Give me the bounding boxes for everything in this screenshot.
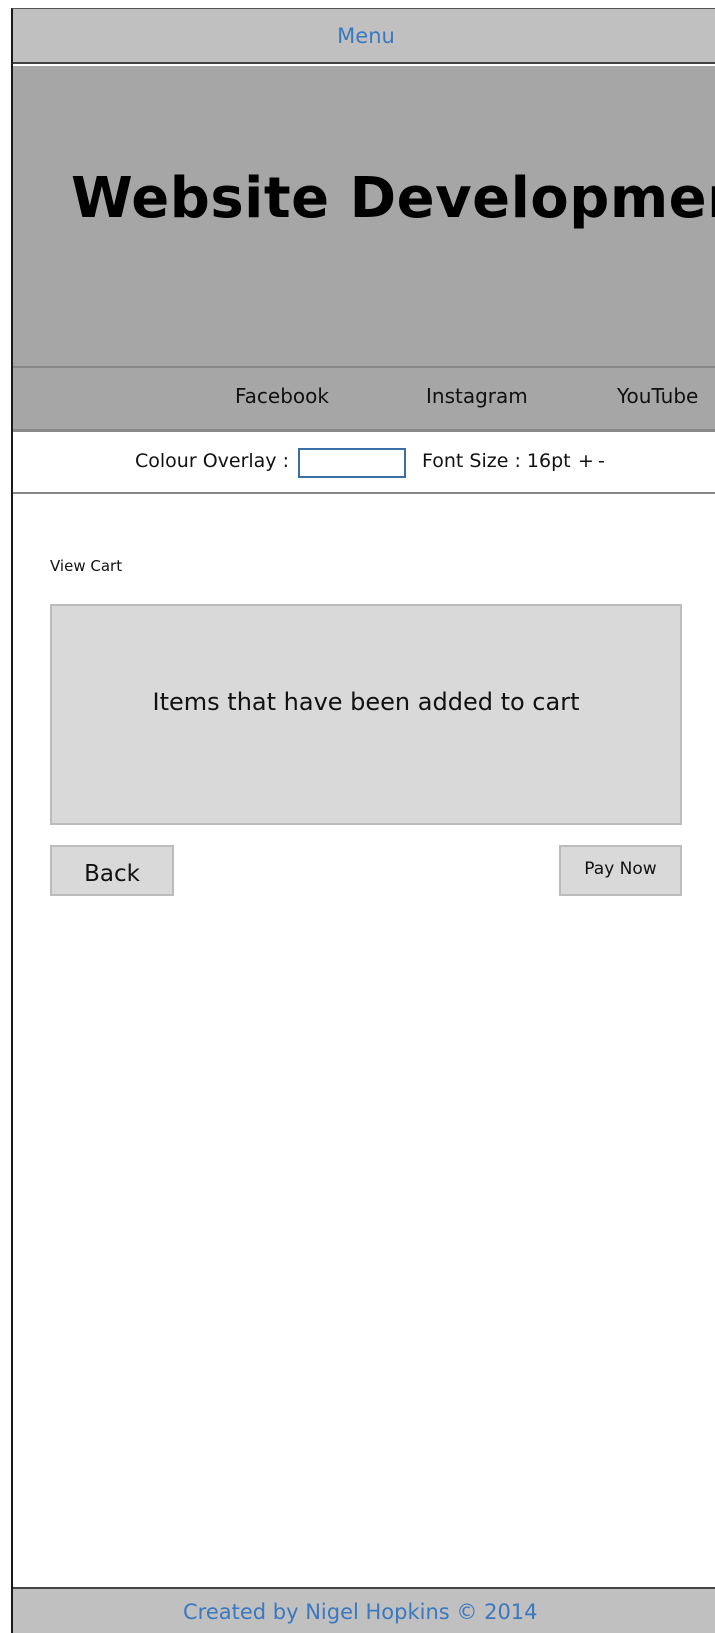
cart-items-text: Items that have been added to cart: [152, 688, 580, 716]
instagram-link[interactable]: Instagram: [426, 384, 528, 408]
colour-overlay-input[interactable]: [298, 448, 406, 478]
font-size-label: Font Size : 16pt: [422, 450, 571, 472]
colour-overlay-label: Colour Overlay :: [135, 450, 289, 472]
page-frame: Menu Website Development Facebook Instag…: [11, 8, 715, 1633]
view-cart-heading: View Cart: [50, 557, 123, 575]
social-nav: Facebook Instagram YouTube: [13, 366, 715, 432]
cart-items-panel: Items that have been added to cart: [50, 604, 682, 825]
facebook-link[interactable]: Facebook: [235, 384, 329, 408]
youtube-link[interactable]: YouTube: [617, 384, 698, 408]
pay-now-button[interactable]: Pay Now: [559, 845, 682, 896]
font-increase-button[interactable]: +: [578, 450, 594, 472]
footer: Created by Nigel Hopkins © 2014: [13, 1587, 715, 1633]
footer-credit: Created by Nigel Hopkins © 2014: [183, 1600, 538, 1624]
menu-link[interactable]: Menu: [337, 24, 395, 48]
back-button[interactable]: Back: [50, 845, 174, 896]
hero-banner: Website Development: [13, 66, 715, 366]
font-decrease-button[interactable]: -: [598, 450, 605, 472]
accessibility-bar: Colour Overlay : Font Size : 16pt + -: [13, 432, 715, 494]
menu-bar: Menu: [13, 9, 715, 64]
page-title: Website Development: [71, 166, 715, 231]
